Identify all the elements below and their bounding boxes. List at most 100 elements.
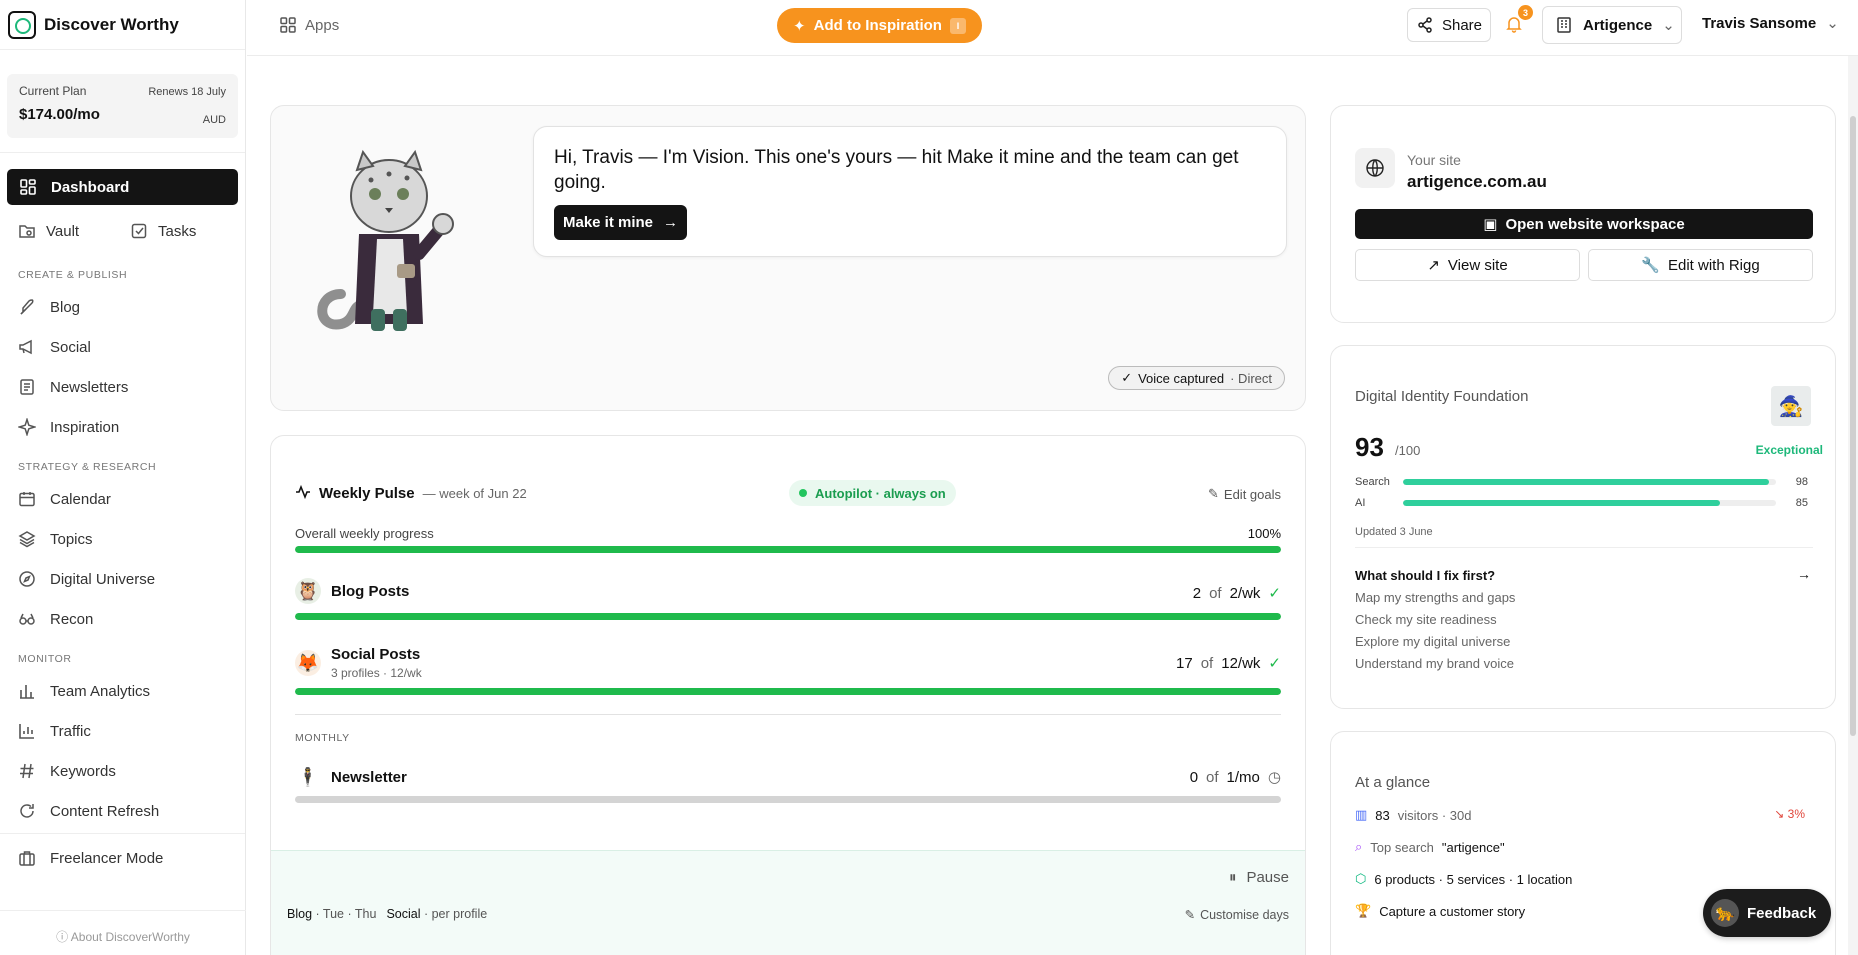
glance-visitors[interactable]: ▥ 83 visitors · 30d [1355, 807, 1471, 823]
sidebar-item-topics[interactable]: Topics [0, 519, 245, 559]
digital-identity-card: Digital Identity Foundation 🧙 93 /100 Ex… [1330, 345, 1836, 709]
schedule-blog-days: · Tue · Thu [315, 907, 377, 921]
visitors-text: visitors · 30d [1397, 807, 1472, 823]
newspaper-icon [18, 378, 36, 396]
sidebar-item-recon[interactable]: Recon [0, 599, 245, 639]
newsletter-avatar-icon: 🕴 [296, 766, 320, 787]
plan-renewal: Renews 18 July [148, 86, 226, 98]
sidebar-item-keywords[interactable]: Keywords [0, 751, 245, 791]
identity-title: Digital Identity Foundation [1355, 388, 1529, 405]
edit-goals-label: Edit goals [1223, 486, 1281, 502]
identity-score: 93 [1355, 432, 1384, 462]
scrollbar-thumb[interactable] [1850, 116, 1856, 736]
sparkle-icon [18, 418, 36, 436]
add-to-inspiration-button[interactable]: ✦ Add to Inspiration I [777, 8, 982, 43]
sidebar-item-freelancer-mode[interactable]: Freelancer Mode [0, 838, 245, 878]
external-link-icon: ↗ [1427, 257, 1440, 274]
activity-icon [295, 484, 311, 503]
clock-icon: ◷ [1267, 769, 1281, 786]
pause-button[interactable]: ⏸ Pause [1229, 869, 1289, 886]
sidebar-item-vault[interactable]: Vault [0, 222, 130, 240]
voice-status-pill[interactable]: ✓ Voice captured · Direct [1108, 366, 1285, 390]
schedule-social: Social [386, 907, 421, 921]
glance-top-search[interactable]: ⌕ Top search "artigence" [1355, 839, 1505, 855]
sidebar-item-content-refresh[interactable]: Content Refresh [0, 791, 245, 831]
feather-icon [18, 298, 36, 316]
fix-link[interactable]: Explore my digital universe [1355, 634, 1510, 649]
sidebar-item-traffic[interactable]: Traffic [0, 711, 245, 751]
sidebar-item-blog[interactable]: Blog [0, 287, 245, 327]
sidebar-item-label: Tasks [158, 222, 197, 240]
goal-row-blog[interactable]: 🦉 Blog Posts [295, 578, 1281, 604]
share-button[interactable]: Share [1407, 8, 1491, 42]
goal-count-newsletter: 0 of 1/mo ◷ [1190, 768, 1281, 787]
notification-badge: 3 [1518, 5, 1533, 20]
sidebar-item-label: Blog [50, 298, 81, 316]
identity-thumbnail[interactable]: 🧙 [1771, 386, 1811, 426]
brand[interactable]: Discover Worthy [0, 0, 245, 50]
shortcut-badge: I [949, 17, 966, 34]
sidebar-item-label: Content Refresh [50, 802, 160, 820]
sidebar: Discover Worthy Current Plan Renews 18 J… [0, 0, 246, 955]
bar-chart-icon: ▥ [1355, 807, 1368, 822]
glance-customer-story[interactable]: 🏆 Capture a customer story [1355, 903, 1525, 919]
fix-link[interactable]: Map my strengths and gaps [1355, 590, 1515, 605]
fix-first-link[interactable]: What should I fix first? [1355, 568, 1495, 583]
goal-progress-bar-newsletter [295, 796, 1281, 803]
autopilot-badge[interactable]: Autopilot · always on [789, 480, 956, 506]
sidebar-item-calendar[interactable]: Calendar [0, 479, 245, 519]
calendar-icon [18, 490, 36, 508]
sidebar-item-label: Team Analytics [50, 682, 151, 700]
fix-link[interactable]: Understand my brand voice [1355, 656, 1514, 671]
sidebar-item-newsletters[interactable]: Newsletters [0, 367, 245, 407]
customise-days-button[interactable]: ✎ Customise days [1185, 907, 1289, 923]
sidebar-item-digital-universe[interactable]: Digital Universe [0, 559, 245, 599]
overall-progress-bar [295, 546, 1281, 553]
apps-button[interactable]: Apps [279, 16, 339, 34]
sidebar-item-label: Social [50, 338, 91, 356]
metric-label: Search [1355, 476, 1390, 488]
open-website-workspace-button[interactable]: ▣ Open website workspace [1355, 209, 1813, 239]
goal-row-social[interactable]: 🦊 Social Posts 3 profiles · 12/wk [295, 646, 1281, 680]
plan-card[interactable]: Current Plan Renews 18 July $174.00/mo A… [7, 74, 238, 138]
welcome-card: Hi, Travis — I'm Vision. This one's your… [270, 105, 1306, 411]
goal-target: 12/wk [1221, 654, 1261, 672]
add-to-inspiration-label: Add to Inspiration [813, 17, 942, 34]
view-site-label: View site [1447, 256, 1508, 274]
pulse-divider [295, 714, 1281, 715]
workspace-icon: ▣ [1483, 216, 1498, 233]
pulse-title: Weekly Pulse [319, 485, 415, 502]
edit-with-rigg-button[interactable]: 🔧 Edit with Rigg [1588, 249, 1813, 281]
glance-catalog[interactable]: ⬡ 6 products · 5 services · 1 location [1355, 871, 1572, 887]
feedback-button[interactable]: 🐆 Feedback [1703, 889, 1831, 937]
fix-link[interactable]: Check my site readiness [1355, 612, 1497, 627]
sidebar-item-inspiration[interactable]: Inspiration [0, 407, 245, 447]
overall-progress-label: Overall weekly progress [295, 526, 434, 541]
search-icon: ⌕ [1355, 839, 1363, 854]
sidebar-item-team-analytics[interactable]: Team Analytics [0, 671, 245, 711]
about-link[interactable]: ⓘ About DiscoverWorthy [0, 928, 246, 945]
page-scrollbar[interactable] [1848, 56, 1858, 955]
goal-row-newsletter[interactable]: 🕴 Newsletter [295, 764, 1281, 790]
pulse-footer: ⏸ Pause Blog · Tue · Thu Social · per pr… [271, 850, 1305, 955]
section-heading-monitor: MONITOR [18, 653, 72, 665]
metric-bar [1403, 500, 1776, 506]
sidebar-item-dashboard[interactable]: Dashboard [7, 169, 238, 205]
check-icon: ✓ [1268, 585, 1281, 602]
sidebar-item-social[interactable]: Social [0, 327, 245, 367]
org-switcher[interactable]: Artigence ⌄ [1542, 6, 1682, 44]
share-icon [1416, 16, 1434, 34]
arrow-right-icon[interactable]: → [1797, 566, 1811, 582]
sparkle-icon: ✦ [793, 17, 806, 35]
sidebar-item-tasks[interactable]: Tasks [130, 222, 196, 240]
arrow-right-icon: → [663, 214, 679, 231]
apps-label: Apps [305, 16, 340, 34]
user-menu[interactable]: Travis Sansome ⌄ [1702, 14, 1839, 33]
metric-fill [1403, 479, 1769, 485]
view-site-button[interactable]: ↗ View site [1355, 249, 1580, 281]
make-it-mine-button[interactable]: Make it mine → [554, 205, 687, 240]
pause-icon: ⏸ [1228, 869, 1237, 886]
edit-goals-button[interactable]: ✎ Edit goals [1208, 486, 1281, 502]
package-icon: ⬡ [1355, 871, 1367, 886]
edit-with-rigg-label: Edit with Rigg [1667, 256, 1760, 274]
